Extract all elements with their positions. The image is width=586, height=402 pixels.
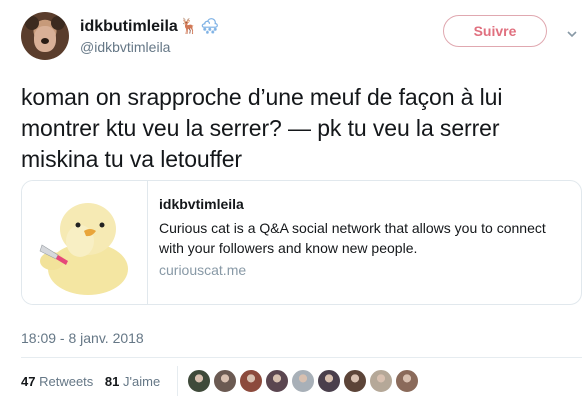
card-domain: curiouscat.me: [159, 262, 247, 278]
stats-divider: [177, 366, 178, 396]
chevron-down-icon[interactable]: [566, 28, 578, 40]
display-name-text[interactable]: idkbutimleila: [80, 18, 178, 35]
card-body: idkbvtimleila Curious cat is a Q&A socia…: [159, 196, 569, 278]
tweet-timestamp[interactable]: 18:09 - 8 janv. 2018: [21, 330, 144, 346]
liker-avatar[interactable]: [187, 369, 211, 393]
card-title: idkbvtimleila: [159, 196, 244, 212]
liker-avatar[interactable]: [369, 369, 393, 393]
avatar[interactable]: [21, 12, 69, 60]
liker-avatar[interactable]: [343, 369, 367, 393]
liker-avatar[interactable]: [317, 369, 341, 393]
snow-cloud-emoji-icon: 🌨: [200, 18, 220, 35]
likes-label: J'aime: [123, 374, 161, 389]
retweets-label: Retweets: [39, 374, 94, 389]
liker-avatar[interactable]: [265, 369, 289, 393]
display-name[interactable]: idkbutimleila 🦌 🌨: [80, 17, 220, 36]
liker-avatar[interactable]: [239, 369, 263, 393]
user-handle[interactable]: @idkbvtimleila: [80, 39, 170, 55]
tweet-stats: 47 Retweets 81 J'aime: [21, 374, 168, 389]
tweet-text: koman on srapproche d’une meuf de façon …: [21, 84, 503, 172]
liker-avatar[interactable]: [395, 369, 419, 393]
divider: [21, 357, 582, 358]
deer-emoji-icon: 🦌: [179, 18, 199, 35]
retweets-stat[interactable]: 47 Retweets: [21, 374, 93, 389]
card-description: Curious cat is a Q&A social network that…: [159, 220, 546, 256]
retweets-count: 47: [21, 374, 36, 389]
liker-avatar[interactable]: [291, 369, 315, 393]
likes-stat[interactable]: 81 J'aime: [105, 374, 160, 389]
card-thumbnail-image: [22, 181, 148, 304]
link-card[interactable]: idkbvtimleila Curious cat is a Q&A socia…: [21, 180, 582, 305]
follow-button[interactable]: Suivre: [443, 15, 547, 47]
duck-with-knife-icon: [39, 203, 128, 295]
likes-count: 81: [104, 374, 120, 389]
liker-avatar[interactable]: [213, 369, 237, 393]
tweet-header: idkbutimleila 🦌 🌨 @idkbvtimleila Suivre: [21, 12, 578, 64]
